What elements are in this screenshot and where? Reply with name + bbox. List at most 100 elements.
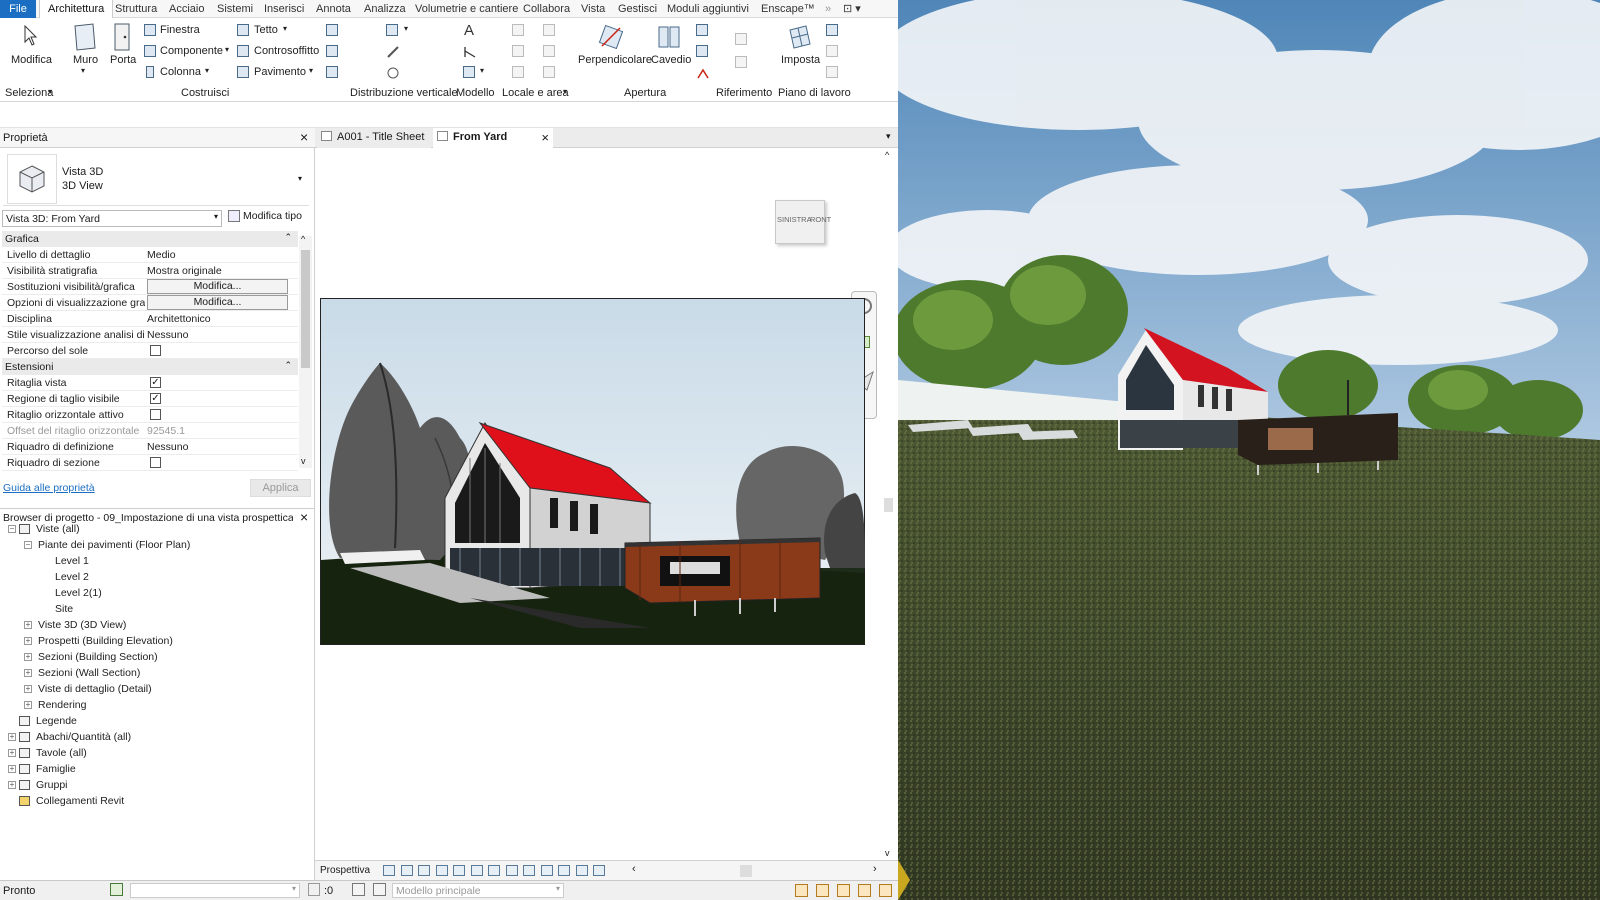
menu-acciaio[interactable]: Acciaio xyxy=(169,0,204,18)
tree-item[interactable]: Sezioni (Wall Section) xyxy=(38,667,140,679)
drag-select-icon[interactable] xyxy=(879,884,892,897)
expand-toggle-icon[interactable]: + xyxy=(8,781,16,789)
railing-dropdown-icon[interactable]: ▾ xyxy=(404,24,408,33)
viewcube-front[interactable]: RONT xyxy=(810,215,831,224)
tree-item[interactable]: Site xyxy=(55,603,73,615)
close-icon[interactable]: × xyxy=(300,129,308,145)
property-value[interactable]: Architettonico xyxy=(147,313,295,325)
scroll-up-icon[interactable]: ^ xyxy=(301,234,305,244)
property-value[interactable]: Nessuno xyxy=(147,329,295,341)
pavimento-dropdown-icon[interactable]: ▾ xyxy=(309,66,313,75)
edit-button[interactable]: Modifica... xyxy=(147,279,288,294)
tree-item[interactable]: Level 2 xyxy=(55,571,89,583)
porta-button[interactable]: Porta xyxy=(110,54,136,66)
property-checkbox[interactable] xyxy=(150,345,161,356)
modifica-button[interactable]: Modifica xyxy=(11,54,52,66)
editable-only-icon[interactable] xyxy=(308,883,320,896)
expand-toggle-icon[interactable]: + xyxy=(24,685,32,693)
ramp-icon[interactable] xyxy=(386,45,400,59)
close-icon[interactable]: × xyxy=(300,509,308,525)
reveal-hidden-icon[interactable] xyxy=(540,865,553,876)
railing-icon[interactable] xyxy=(386,24,398,36)
quick-access-icon[interactable]: ⊡ ▾ xyxy=(843,0,861,18)
scroll-left-icon[interactable]: ‹ xyxy=(632,863,636,875)
expand-toggle-icon[interactable]: + xyxy=(24,637,32,645)
menu-collabora[interactable]: Collabora xyxy=(523,0,570,18)
link-select-icon[interactable] xyxy=(795,884,808,897)
tree-item[interactable]: Collegamenti Revit xyxy=(36,795,124,807)
property-checkbox[interactable]: ✓ xyxy=(150,393,161,404)
worksharing-icon[interactable] xyxy=(110,883,123,896)
section-estensioni[interactable]: Estensioni ⌃ xyxy=(2,359,298,375)
model-text-icon[interactable]: A xyxy=(464,22,474,39)
cavedio-button[interactable]: Cavedio xyxy=(651,54,691,66)
tree-item[interactable]: Gruppi xyxy=(36,779,68,791)
collapse-icon[interactable]: ⌃ xyxy=(284,232,292,243)
design-options-icon[interactable] xyxy=(352,883,365,896)
tabs-menu-icon[interactable]: ▾ xyxy=(886,131,891,142)
model-line-icon[interactable] xyxy=(463,45,479,59)
colonna-button[interactable]: Colonna xyxy=(160,66,201,78)
finestra-button[interactable]: Finestra xyxy=(160,24,200,36)
tab-active[interactable]: From Yard × xyxy=(433,128,553,148)
curtain-system-icon[interactable] xyxy=(326,24,338,36)
highlight-icon[interactable] xyxy=(575,865,588,876)
property-value[interactable]: Medio xyxy=(147,249,295,261)
instance-selector[interactable]: Vista 3D: From Yard ▾ xyxy=(2,210,222,227)
edit-type-button[interactable]: Modifica tipo xyxy=(228,210,302,223)
expand-toggle-icon[interactable]: − xyxy=(24,541,32,549)
expand-toggle-icon[interactable]: + xyxy=(24,653,32,661)
expand-toggle-icon[interactable]: + xyxy=(8,765,16,773)
colonna-dropdown-icon[interactable]: ▾ xyxy=(205,66,209,75)
viewcube[interactable]: SINISTRA RONT xyxy=(775,200,833,250)
menu-vista[interactable]: Vista xyxy=(581,0,605,18)
show-workplane-icon[interactable] xyxy=(826,24,838,36)
stair-icon[interactable] xyxy=(386,66,400,80)
expand-toggle-icon[interactable]: + xyxy=(24,669,32,677)
menu-enscape-[interactable]: Enscape™ xyxy=(761,0,815,18)
expand-toggle-icon[interactable]: + xyxy=(24,701,32,709)
tree-item[interactable]: Viste (all) xyxy=(36,523,80,535)
active-option-icon[interactable] xyxy=(373,883,386,896)
design-option-field[interactable]: Modello principale ▾ xyxy=(392,883,564,898)
workset-field[interactable]: ▾ xyxy=(130,883,300,898)
tree-item[interactable]: Sezioni (Building Section) xyxy=(38,651,158,663)
menu-annota[interactable]: Annota xyxy=(316,0,351,18)
tree-item[interactable]: Legende xyxy=(36,715,77,727)
menu-sistemi[interactable]: Sistemi xyxy=(217,0,253,18)
tree-item[interactable]: Viste di dettaglio (Detail) xyxy=(38,683,152,695)
tetto-dropdown-icon[interactable]: ▾ xyxy=(283,24,287,33)
tree-item[interactable]: Prospetti (Building Elevation) xyxy=(38,635,173,647)
view-scroll-thumb[interactable] xyxy=(884,498,893,512)
tree-item[interactable]: Piante dei pavimenti (Floor Plan) xyxy=(38,539,190,551)
tree-item[interactable]: Level 1 xyxy=(55,555,89,567)
wall-opening-icon[interactable] xyxy=(696,24,708,36)
visual-style-icon[interactable] xyxy=(383,865,395,876)
perspective-view[interactable] xyxy=(320,298,865,645)
view-canvas[interactable]: ^ v SINISTRA RONT ▾ ▾ xyxy=(315,148,898,860)
seleziona-dropdown-icon[interactable]: ▾ xyxy=(48,87,52,96)
muro-button[interactable]: Muro xyxy=(73,54,98,66)
pinned-select-icon[interactable] xyxy=(837,884,850,897)
scroll-up-icon[interactable]: ^ xyxy=(885,150,889,160)
locale-dropdown-icon[interactable]: ▾ xyxy=(563,87,567,96)
menu-volumetrie-e-cantiere[interactable]: Volumetrie e cantiere xyxy=(415,0,518,18)
tree-item[interactable]: Level 2(1) xyxy=(55,587,102,599)
property-checkbox[interactable] xyxy=(150,409,161,420)
property-value[interactable]: Mostra originale xyxy=(147,265,295,277)
expand-toggle-icon[interactable]: + xyxy=(8,749,16,757)
controsoffitto-button[interactable]: Controsoffitto xyxy=(254,45,319,57)
model-group-icon[interactable] xyxy=(463,66,475,78)
scroll-down-icon[interactable]: v xyxy=(301,456,306,466)
group-locale[interactable]: Locale e area xyxy=(502,87,569,99)
expand-toggle-icon[interactable]: − xyxy=(8,525,16,533)
shadows-icon[interactable] xyxy=(435,865,448,876)
dormer-icon[interactable] xyxy=(696,66,710,80)
crop-view-icon[interactable] xyxy=(470,865,483,876)
property-checkbox[interactable] xyxy=(150,457,161,468)
imposta-button[interactable]: Imposta xyxy=(781,54,820,66)
file-menu[interactable]: File xyxy=(0,0,36,18)
type-dropdown-icon[interactable]: ▾ xyxy=(298,174,302,183)
face-select-icon[interactable] xyxy=(858,884,871,897)
perpendicolare-button[interactable]: Perpendicolare xyxy=(578,54,652,66)
